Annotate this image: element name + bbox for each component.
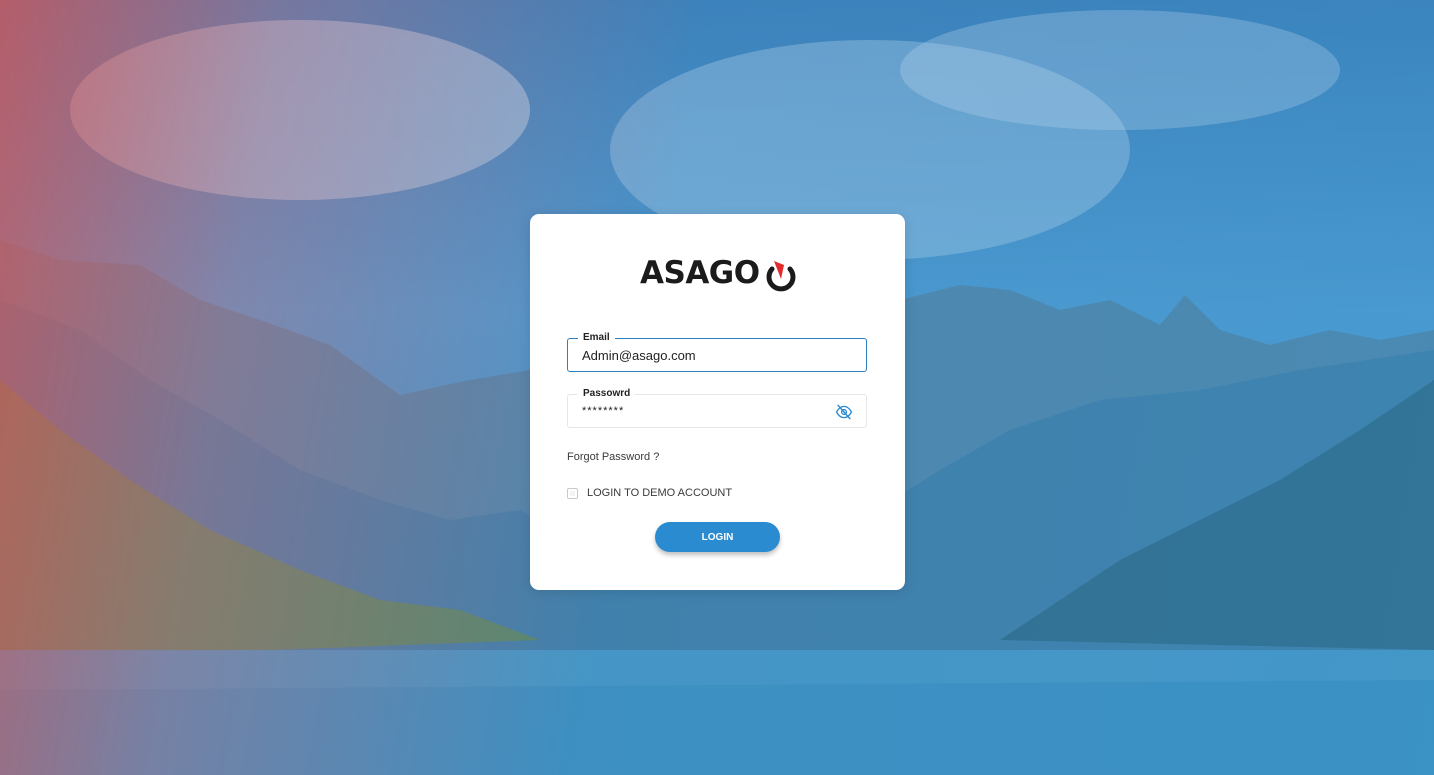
forgot-password-link[interactable]: Forgot Password ? [567,451,659,463]
email-field[interactable]: Email Admin@asago.com [567,331,867,372]
login-card: ASAGO Email Admin@asago.com Passowrd ***… [530,214,905,590]
demo-account-label[interactable]: LOGIN TO DEMO ACCOUNT [587,487,732,499]
email-label: Email [578,331,615,345]
password-input[interactable]: ******** [582,405,624,417]
password-field[interactable]: Passowrd ******** [567,387,867,428]
password-label: Passowrd [578,387,636,401]
demo-account-checkbox[interactable] [567,487,578,499]
brand-logo: ASAGO [640,252,798,294]
power-timer-icon [766,261,796,292]
email-input[interactable]: Admin@asago.com [582,348,696,363]
logo-text: ASAGO [640,255,760,291]
eye-off-icon[interactable] [835,403,853,421]
login-button[interactable]: LOGIN [655,522,780,552]
demo-account-option[interactable]: LOGIN TO DEMO ACCOUNT [567,487,732,499]
